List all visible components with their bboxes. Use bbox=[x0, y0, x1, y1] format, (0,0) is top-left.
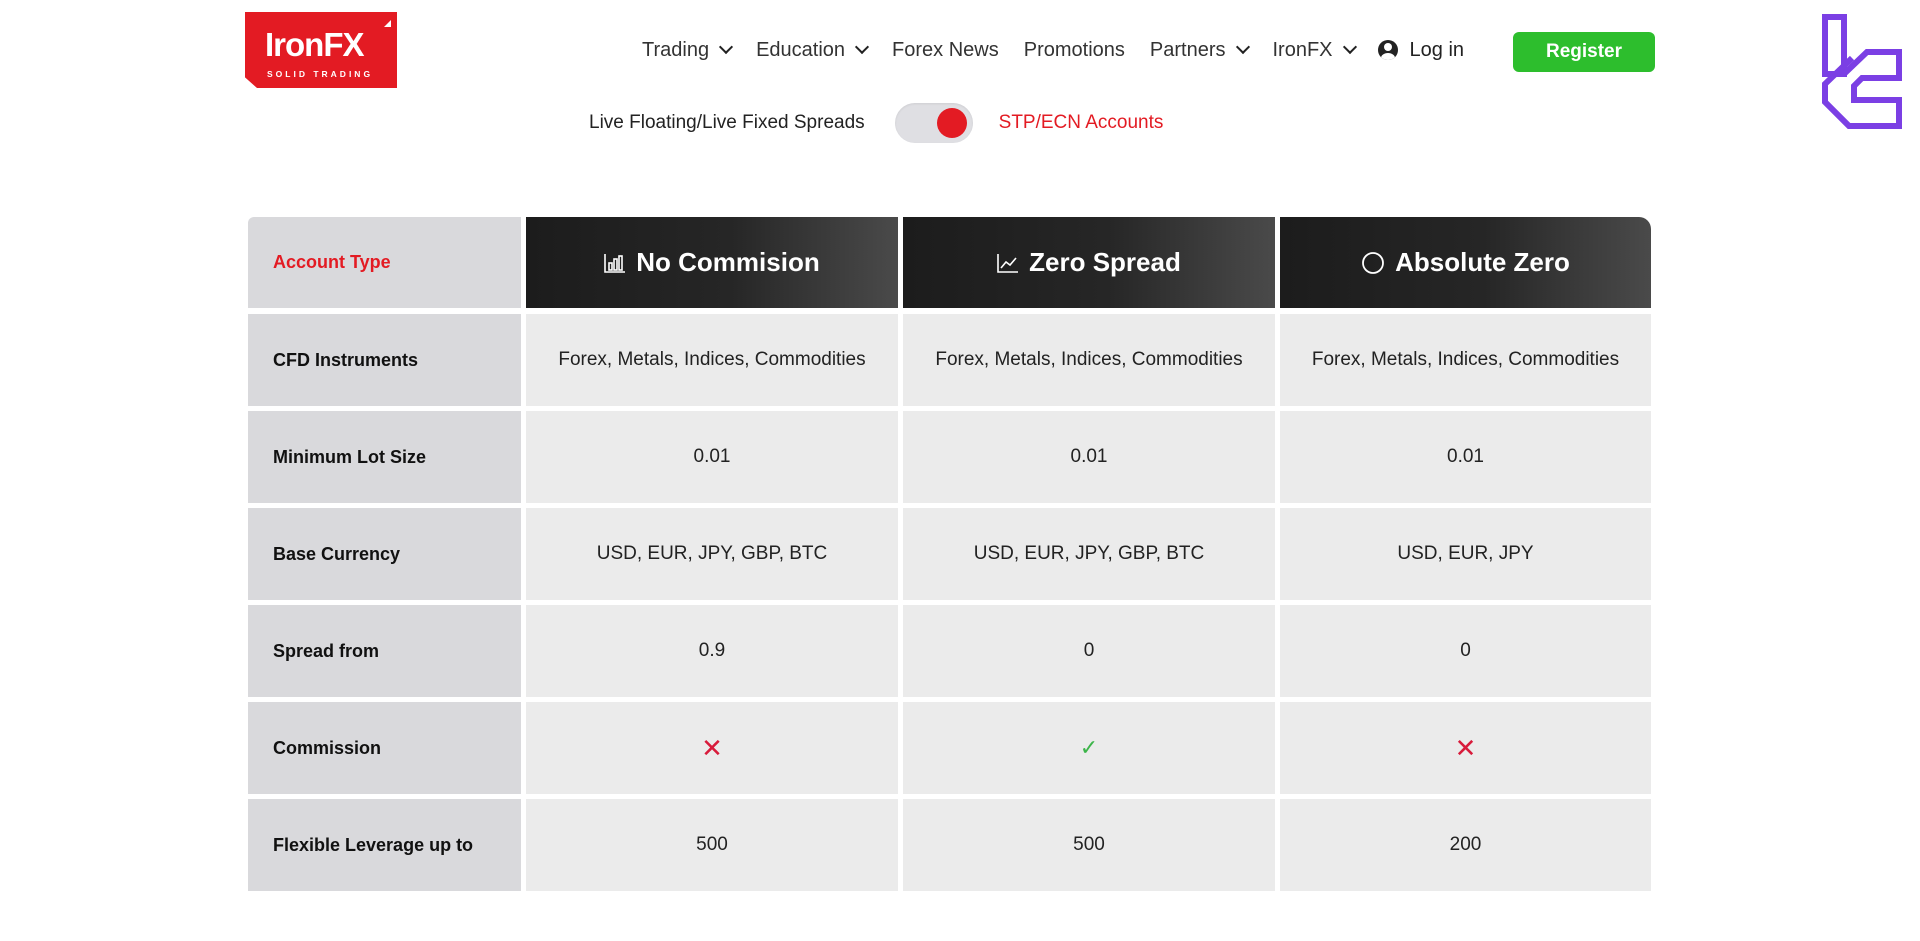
account-mode-switch[interactable] bbox=[894, 103, 973, 143]
table-cell: Forex, Metals, Indices, Commodities bbox=[526, 314, 898, 406]
table-row: Commission ✕ ✓ ✕ bbox=[248, 702, 1651, 794]
login-label: Log in bbox=[1409, 38, 1465, 61]
table-cell: USD, EUR, JPY, GBP, BTC bbox=[903, 508, 1275, 600]
table-cell: 0.9 bbox=[526, 605, 898, 697]
row-label: CFD Instruments bbox=[248, 314, 521, 406]
table-cell: USD, EUR, JPY, GBP, BTC bbox=[526, 508, 898, 600]
table-cell: 200 bbox=[1280, 799, 1651, 891]
nav-education[interactable]: Education bbox=[756, 38, 870, 62]
header-absolute-zero: Absolute Zero bbox=[1280, 217, 1651, 308]
chevron-down-icon bbox=[1342, 39, 1357, 55]
table-cell: USD, EUR, JPY bbox=[1280, 508, 1651, 600]
toggle-left-label[interactable]: Live Floating/Live Fixed Spreads bbox=[589, 112, 865, 134]
nav-ironfx[interactable]: IronFX bbox=[1272, 38, 1357, 62]
nav-ironfx-label: IronFX bbox=[1272, 38, 1333, 61]
account-name: Zero Spread bbox=[1029, 247, 1181, 277]
table-header-row: Account Type No Commision Zero Spread Ab… bbox=[248, 217, 1651, 308]
table-cell: 500 bbox=[903, 799, 1275, 891]
main-nav: Trading Education Forex News Promotions … bbox=[642, 36, 1490, 64]
table-cell: ✓ bbox=[903, 702, 1275, 794]
switch-knob bbox=[936, 108, 967, 138]
nav-trading[interactable]: Trading bbox=[642, 38, 734, 62]
nav-education-label: Education bbox=[756, 38, 846, 61]
table-cell: 0.01 bbox=[1280, 411, 1651, 503]
header-account-type: Account Type bbox=[248, 217, 521, 308]
nav-trading-label: Trading bbox=[642, 38, 710, 61]
row-label: Spread from bbox=[248, 605, 521, 697]
brand-mark-icon bbox=[1822, 14, 1902, 129]
cross-icon: ✕ bbox=[701, 732, 723, 763]
nav-promotions[interactable]: Promotions bbox=[1024, 39, 1125, 62]
table-row: CFD Instruments Forex, Metals, Indices, … bbox=[248, 314, 1651, 406]
cross-icon: ✕ bbox=[1454, 732, 1477, 763]
table-cell: 0 bbox=[1280, 605, 1651, 697]
row-label: Base Currency bbox=[248, 508, 521, 600]
nav-forex-news-label: Forex News bbox=[892, 38, 999, 61]
check-icon: ✓ bbox=[1079, 735, 1099, 760]
nav-partners-label: Partners bbox=[1149, 38, 1226, 61]
line-chart-icon bbox=[997, 253, 1019, 273]
account-comparison-table: Account Type No Commision Zero Spread Ab… bbox=[248, 217, 1651, 896]
circle-icon bbox=[1361, 251, 1385, 275]
table-cell: 0.01 bbox=[526, 411, 898, 503]
row-label: Minimum Lot Size bbox=[248, 411, 521, 503]
table-cell: Forex, Metals, Indices, Commodities bbox=[1280, 314, 1651, 406]
logo-corner-arrow-icon bbox=[384, 20, 391, 27]
chevron-down-icon bbox=[854, 39, 870, 55]
logo-tagline: SOLID TRADING bbox=[267, 69, 374, 79]
nav-partners[interactable]: Partners bbox=[1149, 38, 1250, 62]
row-label: Commission bbox=[248, 702, 521, 794]
table-cell: ✕ bbox=[1280, 702, 1651, 794]
table-cell: Forex, Metals, Indices, Commodities bbox=[903, 314, 1275, 406]
account-name: Absolute Zero bbox=[1395, 247, 1570, 277]
ironfx-logo[interactable]: IronFX SOLID TRADING bbox=[245, 12, 397, 88]
header-no-commision: No Commision bbox=[526, 217, 898, 308]
bar-chart-icon bbox=[604, 253, 626, 273]
table-cell: 0 bbox=[903, 605, 1275, 697]
table-row: Flexible Leverage up to 500 500 200 bbox=[248, 799, 1651, 891]
chevron-down-icon bbox=[719, 39, 734, 55]
table-cell: 500 bbox=[526, 799, 898, 891]
row-label: Flexible Leverage up to bbox=[248, 799, 521, 891]
register-button[interactable]: Register bbox=[1513, 32, 1655, 72]
logo-brand-text: IronFX bbox=[265, 26, 364, 63]
user-circle-icon bbox=[1377, 40, 1398, 60]
nav-forex-news[interactable]: Forex News bbox=[892, 39, 999, 62]
nav-promotions-label: Promotions bbox=[1023, 38, 1125, 61]
account-name: No Commision bbox=[636, 247, 820, 277]
login-link[interactable]: Log in bbox=[1377, 38, 1465, 62]
table-row: Spread from 0.9 0 0 bbox=[248, 605, 1651, 697]
table-cell: ✕ bbox=[526, 702, 898, 794]
table-row: Base Currency USD, EUR, JPY, GBP, BTC US… bbox=[248, 508, 1651, 600]
account-mode-toggle-row: Live Floating/Live Fixed Spreads STP/ECN… bbox=[589, 103, 1164, 143]
table-cell: 0.01 bbox=[903, 411, 1275, 503]
chevron-down-icon bbox=[1235, 39, 1250, 55]
table-row: Minimum Lot Size 0.01 0.01 0.01 bbox=[248, 411, 1651, 503]
toggle-right-label[interactable]: STP/ECN Accounts bbox=[999, 112, 1164, 134]
header-zero-spread: Zero Spread bbox=[903, 217, 1275, 308]
